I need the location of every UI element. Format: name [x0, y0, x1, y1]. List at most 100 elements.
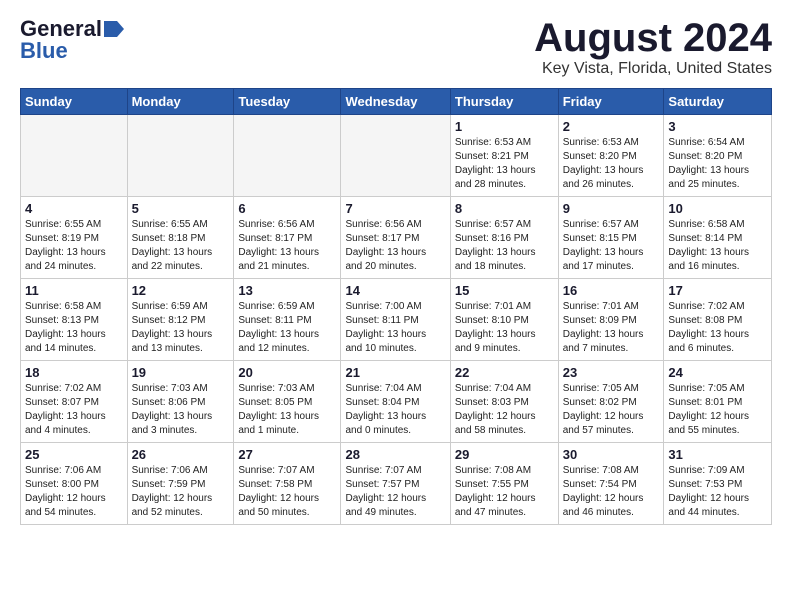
day-number: 27: [238, 447, 336, 462]
day-number: 1: [455, 119, 554, 134]
day-header-saturday: Saturday: [664, 89, 772, 115]
calendar-cell: [21, 115, 128, 197]
day-info: Sunrise: 7:05 AMSunset: 8:02 PMDaylight:…: [563, 382, 660, 438]
calendar-cell: [234, 115, 341, 197]
day-number: 26: [132, 447, 230, 462]
calendar-cell: 23 Sunrise: 7:05 AMSunset: 8:02 PMDayligh…: [558, 361, 664, 443]
day-info: Sunrise: 7:02 AMSunset: 8:08 PMDaylight:…: [668, 300, 767, 356]
day-info: Sunrise: 6:59 AMSunset: 8:12 PMDaylight:…: [132, 300, 230, 356]
day-info: Sunrise: 7:08 AMSunset: 7:54 PMDaylight:…: [563, 464, 660, 520]
calendar-week-3: 11 Sunrise: 6:58 AMSunset: 8:13 PMDayligh…: [21, 279, 772, 361]
calendar-cell: 15 Sunrise: 7:01 AMSunset: 8:10 PMDayligh…: [450, 279, 558, 361]
calendar-title: August 2024: [534, 16, 772, 60]
day-header-monday: Monday: [127, 89, 234, 115]
calendar-cell: [341, 115, 450, 197]
day-number: 20: [238, 365, 336, 380]
calendar-table: SundayMondayTuesdayWednesdayThursdayFrid…: [20, 88, 772, 525]
day-info: Sunrise: 7:01 AMSunset: 8:09 PMDaylight:…: [563, 300, 660, 356]
day-number: 9: [563, 201, 660, 216]
day-info: Sunrise: 6:55 AMSunset: 8:18 PMDaylight:…: [132, 218, 230, 274]
calendar-cell: 13 Sunrise: 6:59 AMSunset: 8:11 PMDayligh…: [234, 279, 341, 361]
day-number: 23: [563, 365, 660, 380]
day-number: 4: [25, 201, 123, 216]
calendar-subtitle: Key Vista, Florida, United States: [534, 60, 772, 78]
day-info: Sunrise: 6:56 AMSunset: 8:17 PMDaylight:…: [238, 218, 336, 274]
calendar-cell: 22 Sunrise: 7:04 AMSunset: 8:03 PMDayligh…: [450, 361, 558, 443]
header: General Blue August 2024 Key Vista, Flor…: [20, 16, 772, 78]
day-info: Sunrise: 6:56 AMSunset: 8:17 PMDaylight:…: [345, 218, 445, 274]
calendar-cell: 2 Sunrise: 6:53 AMSunset: 8:20 PMDaylight…: [558, 115, 664, 197]
day-info: Sunrise: 7:01 AMSunset: 8:10 PMDaylight:…: [455, 300, 554, 356]
day-info: Sunrise: 6:57 AMSunset: 8:16 PMDaylight:…: [455, 218, 554, 274]
calendar-cell: 12 Sunrise: 6:59 AMSunset: 8:12 PMDayligh…: [127, 279, 234, 361]
day-number: 22: [455, 365, 554, 380]
logo-arrow-icon: [104, 21, 124, 37]
day-number: 30: [563, 447, 660, 462]
calendar-cell: 9Sunrise: 6:57 AMSunset: 8:15 PMDaylight…: [558, 197, 664, 279]
calendar-cell: 3 Sunrise: 6:54 AMSunset: 8:20 PMDaylight…: [664, 115, 772, 197]
day-info: Sunrise: 7:06 AMSunset: 8:00 PMDaylight:…: [25, 464, 123, 520]
day-info: Sunrise: 6:58 AMSunset: 8:14 PMDaylight:…: [668, 218, 767, 274]
day-header-wednesday: Wednesday: [341, 89, 450, 115]
day-info: Sunrise: 7:03 AMSunset: 8:06 PMDaylight:…: [132, 382, 230, 438]
day-number: 24: [668, 365, 767, 380]
day-number: 7: [345, 201, 445, 216]
day-number: 2: [563, 119, 660, 134]
day-header-friday: Friday: [558, 89, 664, 115]
day-number: 13: [238, 283, 336, 298]
day-info: Sunrise: 7:04 AMSunset: 8:04 PMDaylight:…: [345, 382, 445, 438]
day-number: 19: [132, 365, 230, 380]
calendar-cell: 6 Sunrise: 6:56 AMSunset: 8:17 PMDaylight…: [234, 197, 341, 279]
title-area: August 2024 Key Vista, Florida, United S…: [534, 16, 772, 78]
calendar-week-5: 25 Sunrise: 7:06 AMSunset: 8:00 PMDayligh…: [21, 443, 772, 525]
calendar-cell: 10 Sunrise: 6:58 AMSunset: 8:14 PMDayligh…: [664, 197, 772, 279]
calendar-cell: 25 Sunrise: 7:06 AMSunset: 8:00 PMDayligh…: [21, 443, 128, 525]
calendar-cell: 5 Sunrise: 6:55 AMSunset: 8:18 PMDaylight…: [127, 197, 234, 279]
calendar-cell: [127, 115, 234, 197]
day-number: 3: [668, 119, 767, 134]
calendar-cell: 17 Sunrise: 7:02 AMSunset: 8:08 PMDayligh…: [664, 279, 772, 361]
day-number: 18: [25, 365, 123, 380]
calendar-header-row: SundayMondayTuesdayWednesdayThursdayFrid…: [21, 89, 772, 115]
day-info: Sunrise: 7:08 AMSunset: 7:55 PMDaylight:…: [455, 464, 554, 520]
calendar-cell: 16 Sunrise: 7:01 AMSunset: 8:09 PMDayligh…: [558, 279, 664, 361]
day-number: 6: [238, 201, 336, 216]
calendar-cell: 21 Sunrise: 7:04 AMSunset: 8:04 PMDayligh…: [341, 361, 450, 443]
day-info: Sunrise: 7:07 AMSunset: 7:58 PMDaylight:…: [238, 464, 336, 520]
day-info: Sunrise: 7:05 AMSunset: 8:01 PMDaylight:…: [668, 382, 767, 438]
calendar-cell: 11 Sunrise: 6:58 AMSunset: 8:13 PMDayligh…: [21, 279, 128, 361]
day-info: Sunrise: 7:06 AMSunset: 7:59 PMDaylight:…: [132, 464, 230, 520]
day-number: 21: [345, 365, 445, 380]
day-info: Sunrise: 7:02 AMSunset: 8:07 PMDaylight:…: [25, 382, 123, 438]
logo: General Blue: [20, 16, 124, 64]
day-number: 17: [668, 283, 767, 298]
day-info: Sunrise: 6:53 AMSunset: 8:20 PMDaylight:…: [563, 136, 660, 192]
calendar-cell: 4Sunrise: 6:55 AMSunset: 8:19 PMDaylight…: [21, 197, 128, 279]
day-info: Sunrise: 7:09 AMSunset: 7:53 PMDaylight:…: [668, 464, 767, 520]
day-number: 31: [668, 447, 767, 462]
calendar-cell: 7 Sunrise: 6:56 AMSunset: 8:17 PMDaylight…: [341, 197, 450, 279]
calendar-cell: 27 Sunrise: 7:07 AMSunset: 7:58 PMDayligh…: [234, 443, 341, 525]
day-info: Sunrise: 7:00 AMSunset: 8:11 PMDaylight:…: [345, 300, 445, 356]
day-info: Sunrise: 6:59 AMSunset: 8:11 PMDaylight:…: [238, 300, 336, 356]
day-number: 8: [455, 201, 554, 216]
day-number: 5: [132, 201, 230, 216]
day-info: Sunrise: 6:54 AMSunset: 8:20 PMDaylight:…: [668, 136, 767, 192]
day-info: Sunrise: 6:58 AMSunset: 8:13 PMDaylight:…: [25, 300, 123, 356]
day-info: Sunrise: 7:03 AMSunset: 8:05 PMDaylight:…: [238, 382, 336, 438]
day-info: Sunrise: 7:04 AMSunset: 8:03 PMDaylight:…: [455, 382, 554, 438]
calendar-cell: 29Sunrise: 7:08 AMSunset: 7:55 PMDayligh…: [450, 443, 558, 525]
calendar-cell: 26 Sunrise: 7:06 AMSunset: 7:59 PMDayligh…: [127, 443, 234, 525]
day-number: 25: [25, 447, 123, 462]
calendar-body: 1Sunrise: 6:53 AMSunset: 8:21 PMDaylight…: [21, 115, 772, 525]
day-header-thursday: Thursday: [450, 89, 558, 115]
day-number: 16: [563, 283, 660, 298]
day-number: 10: [668, 201, 767, 216]
calendar-cell: 19 Sunrise: 7:03 AMSunset: 8:06 PMDayligh…: [127, 361, 234, 443]
calendar-cell: 14Sunrise: 7:00 AMSunset: 8:11 PMDayligh…: [341, 279, 450, 361]
day-number: 12: [132, 283, 230, 298]
day-number: 15: [455, 283, 554, 298]
day-number: 11: [25, 283, 123, 298]
day-header-sunday: Sunday: [21, 89, 128, 115]
day-info: Sunrise: 7:07 AMSunset: 7:57 PMDaylight:…: [345, 464, 445, 520]
